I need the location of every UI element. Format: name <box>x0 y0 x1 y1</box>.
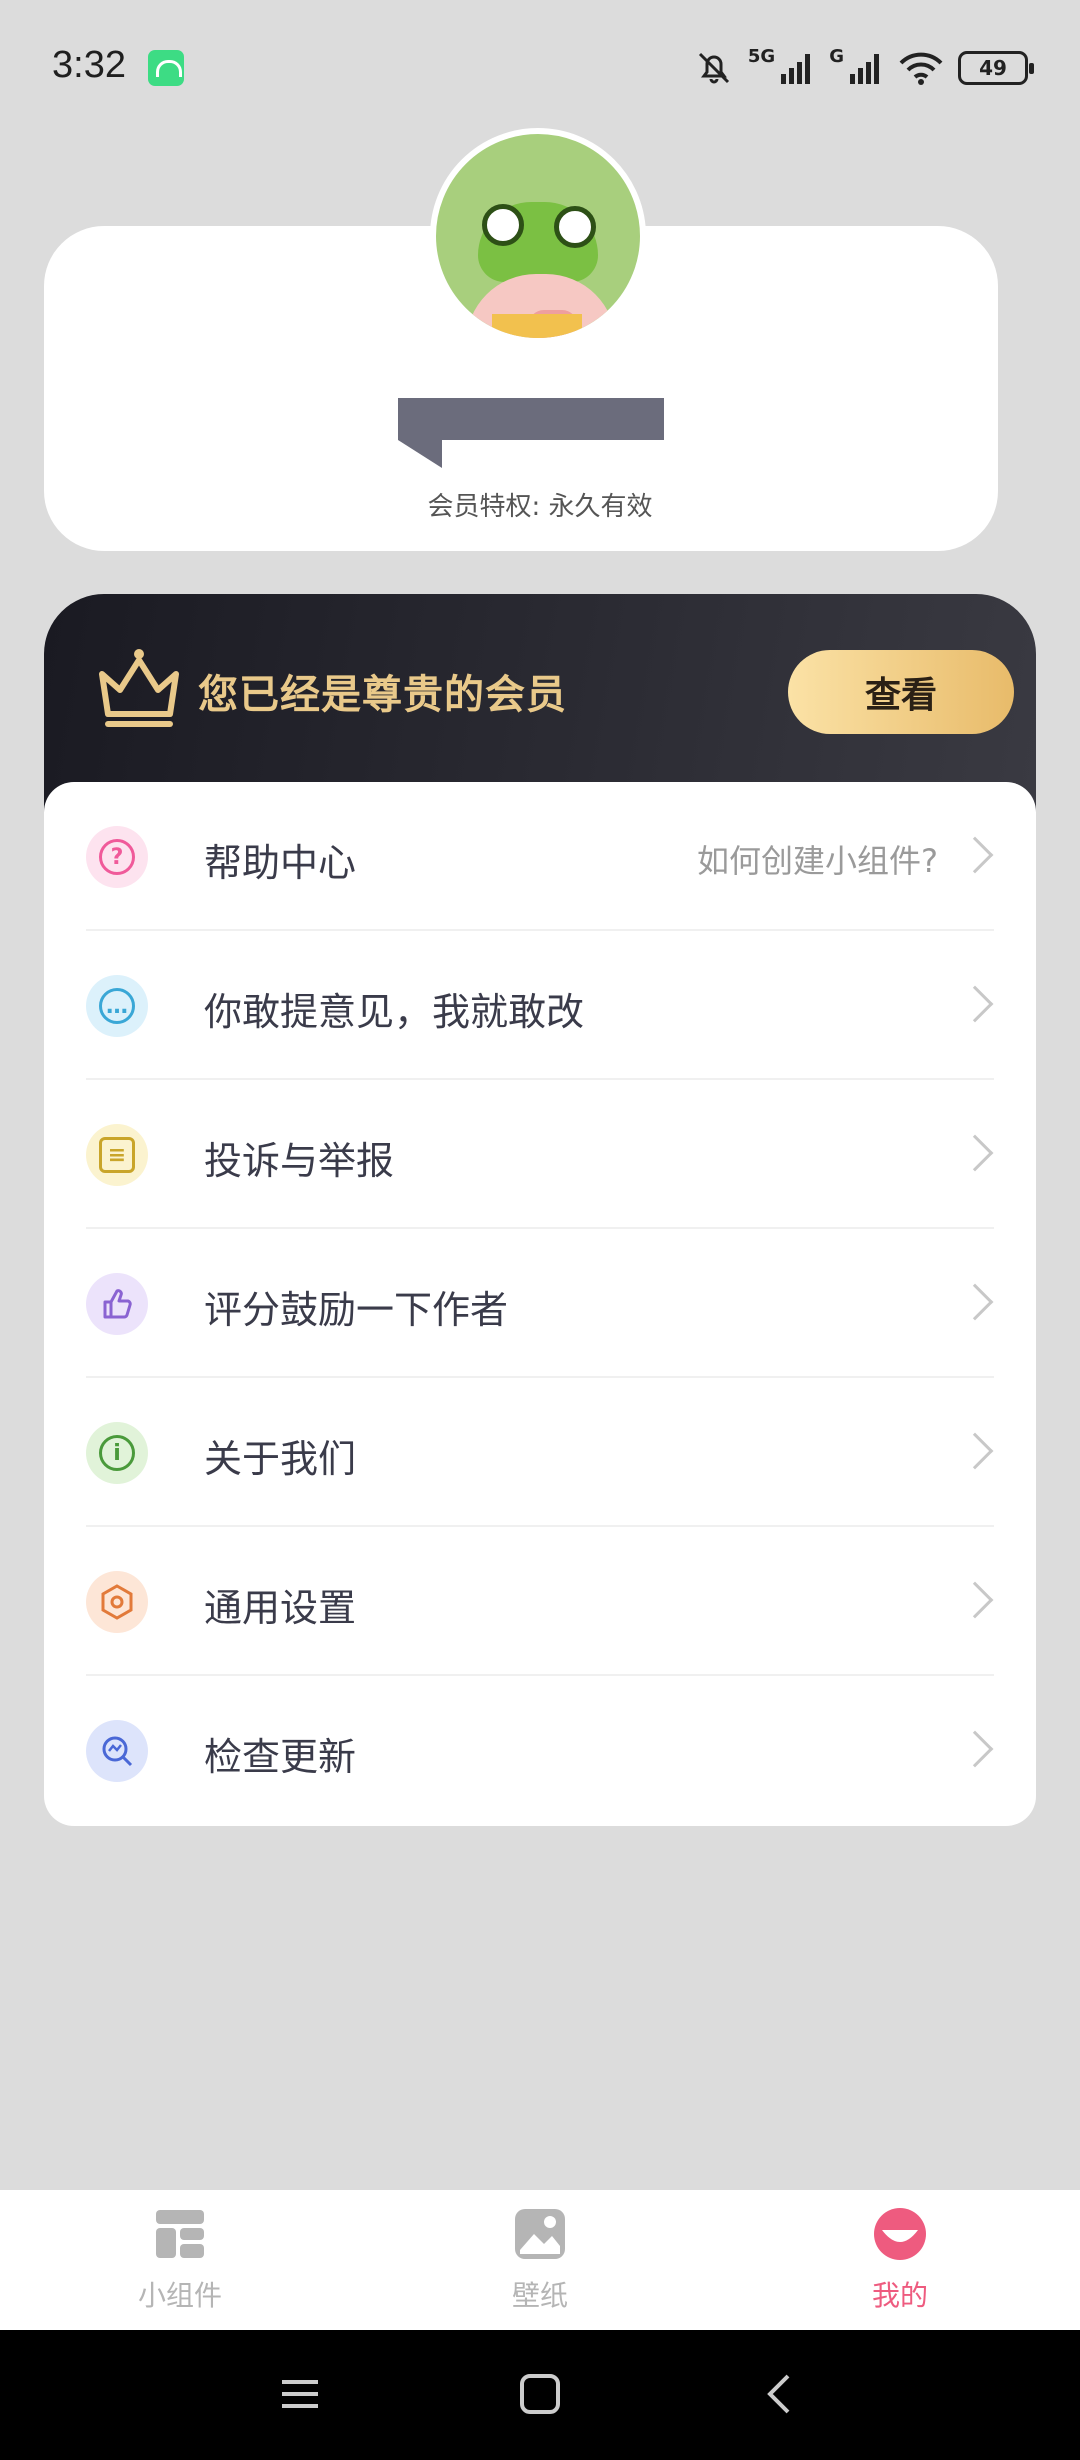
chat-icon: … <box>86 975 148 1037</box>
menu-item-about[interactable]: i 关于我们 <box>44 1378 1036 1527</box>
chevron-right-icon <box>956 1432 994 1470</box>
chevron-right-icon <box>956 985 994 1023</box>
status-time: 3:32 <box>52 44 126 86</box>
nav-tab-widgets[interactable]: 小组件 <box>0 2190 360 2330</box>
signal-icon <box>781 54 811 84</box>
vip-privilege-text: 会员特权: 永久有效 <box>427 492 653 522</box>
home-icon[interactable] <box>510 2364 570 2424</box>
menu-item-check-update[interactable]: 检查更新 <box>44 1676 1036 1825</box>
network-type-label-2: G <box>829 46 844 67</box>
settings-icon <box>86 1571 148 1633</box>
menu-item-help-center[interactable]: ? 帮助中心 如何创建小组件? <box>44 782 1036 931</box>
menu-item-label: 评分鼓励一下作者 <box>204 1288 509 1332</box>
system-nav-bar <box>0 2330 1080 2460</box>
update-icon <box>86 1720 148 1782</box>
profile-icon <box>874 2208 926 2260</box>
bottom-nav: 小组件 壁纸 我的 <box>0 2190 1080 2330</box>
menu-item-hint: 如何创建小组件? <box>697 842 938 880</box>
info-icon: i <box>86 1422 148 1484</box>
status-bar: 3:32 5G G 49 <box>0 0 1080 130</box>
wallpaper-icon <box>515 2209 565 2259</box>
menu-item-label: 你敢提意见，我就敢改 <box>204 990 585 1034</box>
menu-item-label: 检查更新 <box>204 1735 357 1779</box>
crown-icon <box>99 649 179 727</box>
chevron-right-icon <box>956 1134 994 1172</box>
menu-item-label: 关于我们 <box>204 1437 357 1481</box>
menu-item-settings[interactable]: 通用设置 <box>44 1527 1036 1676</box>
chevron-right-icon <box>956 1581 994 1619</box>
username-redacted <box>398 398 664 440</box>
android-notification-icon <box>148 50 184 86</box>
view-vip-button[interactable]: 查看 <box>788 650 1014 734</box>
chevron-right-icon <box>956 1283 994 1321</box>
menu-item-label: 投诉与举报 <box>204 1139 395 1183</box>
status-icons: 5G G 49 <box>694 46 1034 90</box>
avatar[interactable] <box>430 128 646 344</box>
menu-item-report[interactable]: ≡ 投诉与举报 <box>44 1080 1036 1229</box>
nav-tab-mine[interactable]: 我的 <box>720 2190 1080 2330</box>
menu-list: ? 帮助中心 如何创建小组件? … 你敢提意见，我就敢改 ≡ 投诉与举报 评分鼓… <box>44 782 1036 1826</box>
menu-item-label: 帮助中心 <box>204 841 357 885</box>
battery-indicator: 49 <box>958 51 1034 85</box>
avatar-eye <box>482 204 524 246</box>
menu-icon[interactable] <box>270 2364 330 2424</box>
signal-icon-2 <box>850 54 879 84</box>
wifi-icon <box>899 52 943 85</box>
menu-item-feedback[interactable]: … 你敢提意见，我就敢改 <box>44 931 1036 1080</box>
widget-icon <box>156 2210 204 2258</box>
nav-tab-label: 壁纸 <box>511 2279 568 2312</box>
nav-tab-wallpaper[interactable]: 壁纸 <box>360 2190 720 2330</box>
nav-tab-label: 我的 <box>871 2279 928 2312</box>
chevron-right-icon <box>956 1730 994 1768</box>
help-icon: ? <box>86 826 148 888</box>
menu-item-label: 通用设置 <box>204 1586 357 1630</box>
back-icon[interactable] <box>750 2364 810 2424</box>
mute-bell-icon <box>698 52 729 84</box>
report-icon: ≡ <box>86 1124 148 1186</box>
menu-item-rate[interactable]: 评分鼓励一下作者 <box>44 1229 1036 1378</box>
avatar-eye <box>554 206 596 248</box>
chevron-right-icon <box>956 836 994 874</box>
vip-banner-text: 您已经是尊贵的会员 <box>198 672 567 718</box>
network-type-label: 5G <box>747 46 776 67</box>
nav-tab-label: 小组件 <box>137 2279 222 2312</box>
thumb-up-icon <box>86 1273 148 1335</box>
